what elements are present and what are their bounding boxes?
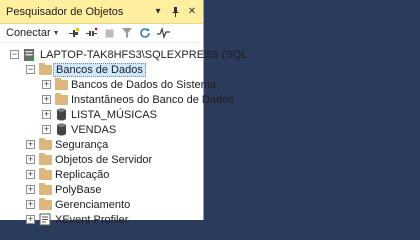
xevent-icon [38,213,52,227]
tree-node-polybase[interactable]: + PolyBase [0,182,203,197]
tree-node-database-lista-musicas[interactable]: + LISTA_MÚSICAS [0,107,203,122]
expand-toggle[interactable]: + [26,185,35,194]
tree-node-label: PolyBase [55,183,102,196]
tree-node-label: Segurança [55,138,109,151]
tree-node-label: Instantâneos do Banco de Dados [71,93,234,106]
pin-icon[interactable] [168,5,182,19]
connect-icon[interactable] [66,26,81,41]
expand-toggle[interactable]: + [26,155,35,164]
databases-label: Bancos de Dados [53,62,146,77]
server-label: LAPTOP-TAK8HFS3\SQLEXPRESS (SQL [40,48,248,61]
tree-node-replication[interactable]: + Replicação [0,167,203,182]
chevron-down-icon: ▼ [52,29,60,37]
database-icon [54,108,68,122]
tree-node-server-objects[interactable]: + Objetos de Servidor [0,152,203,167]
connect-label: Conectar [6,27,51,39]
filter-icon[interactable] [120,26,135,41]
database-icon [54,123,68,137]
server-icon [22,48,36,62]
tree-node-security[interactable]: + Segurança [0,137,203,152]
object-explorer-toolbar: Conectar ▼ [0,24,203,43]
object-explorer-panel: Pesquisador de Objetos ▾ ✕ Conectar ▼ − … [0,0,247,226]
expand-toggle[interactable]: + [26,170,35,179]
collapse-toggle[interactable]: − [10,50,19,59]
tree-node-database-snapshots[interactable]: + Instantâneos do Banco de Dados [0,92,234,107]
folder-icon [38,167,52,182]
window-position-dropdown-icon[interactable]: ▾ [151,5,165,19]
object-explorer-titlebar: Pesquisador de Objetos ▾ ✕ [0,0,203,24]
tree-node-server[interactable]: − LAPTOP-TAK8HFS3\SQLEXPRESS (SQL [0,47,247,62]
folder-icon [38,197,52,212]
connect-dropdown-button[interactable]: Conectar ▼ [6,27,60,39]
folder-icon [54,77,68,92]
disconnect-icon[interactable] [84,26,99,41]
expand-toggle[interactable]: + [42,95,51,104]
tree-node-databases[interactable]: − Bancos de Dados [0,62,203,77]
folder-icon [38,137,52,152]
activity-icon[interactable] [156,26,171,41]
collapse-toggle[interactable]: − [26,65,35,74]
expand-toggle[interactable]: + [26,200,35,209]
tree-node-label: XEvent Profiler [55,213,129,226]
tree-node-label: Replicação [55,168,110,181]
tree-node-label: Objetos de Servidor [55,153,153,166]
folder-icon [54,92,68,107]
expand-toggle[interactable]: + [42,80,51,89]
tree-node-xevent-profiler[interactable]: + XEvent Profiler [0,212,203,227]
stop-icon[interactable] [102,26,117,41]
tree-node-label: VENDAS [71,123,117,136]
tree-node-label: LISTA_MÚSICAS [71,108,157,121]
close-icon[interactable]: ✕ [185,5,199,19]
tree-node-management[interactable]: + Gerenciamento [0,197,203,212]
tree-node-label: Bancos de Dados do Sistema [71,78,216,91]
tree-node-label: Gerenciamento [55,198,131,211]
tree-node-system-databases[interactable]: + Bancos de Dados do Sistema [0,77,216,92]
folder-icon [38,62,52,77]
refresh-icon[interactable] [138,26,153,41]
object-explorer-tree: − LAPTOP-TAK8HFS3\SQLEXPRESS (SQL − Banc… [0,43,247,227]
expand-toggle[interactable]: + [42,125,51,134]
panel-title: Pesquisador de Objetos [6,5,124,18]
folder-icon [38,182,52,197]
folder-icon [38,152,52,167]
expand-toggle[interactable]: + [26,140,35,149]
tree-node-database-vendas[interactable]: + VENDAS [0,122,203,137]
expand-toggle[interactable]: + [26,215,35,224]
expand-toggle[interactable]: + [42,110,51,119]
